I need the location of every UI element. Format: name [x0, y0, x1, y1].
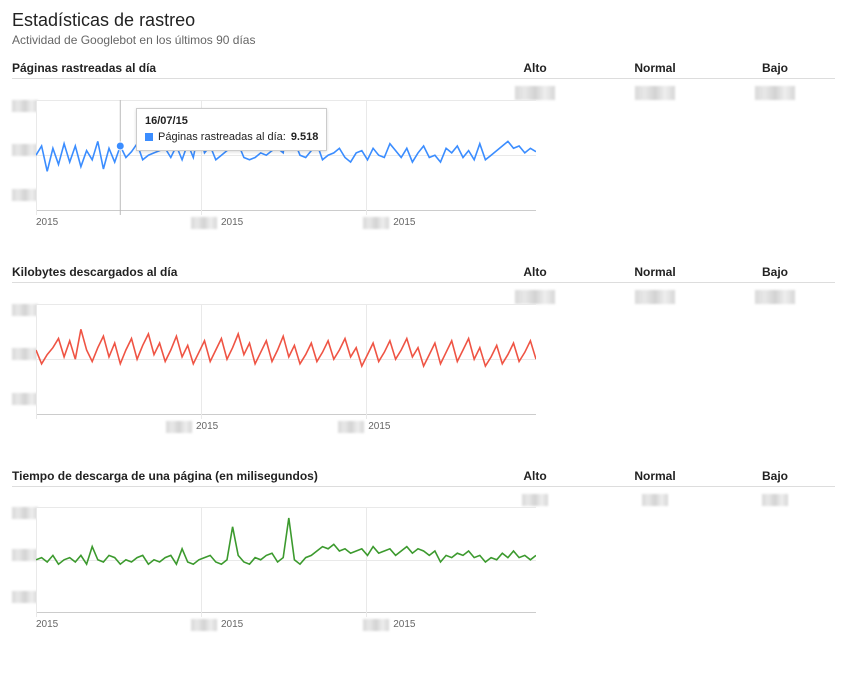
- stat-high-value: [475, 289, 595, 304]
- x-axis: 2015 2015 2015: [36, 215, 835, 229]
- chart-kb-downloaded[interactable]: [36, 304, 536, 419]
- section-title: Páginas rastreadas al día: [12, 61, 475, 75]
- chart-pages-crawled[interactable]: 16/07/15 Páginas rastreadas al día: 9.51…: [36, 100, 536, 215]
- col-low-label: Bajo: [715, 469, 835, 483]
- line-chart[interactable]: [36, 304, 536, 419]
- stat-high-value: [475, 493, 595, 507]
- section-head: Kilobytes descargados al día Alto Normal…: [12, 265, 835, 283]
- col-normal-label: Normal: [595, 61, 715, 75]
- stat-low-value: [715, 493, 835, 507]
- chart-download-time[interactable]: [36, 507, 536, 617]
- section-kb-downloaded: Kilobytes descargados al día Alto Normal…: [12, 265, 835, 433]
- col-high-label: Alto: [475, 469, 595, 483]
- stat-low-value: [715, 85, 835, 100]
- col-high-label: Alto: [475, 265, 595, 279]
- stat-normal-value: [595, 493, 715, 507]
- section-title: Tiempo de descarga de una página (en mil…: [12, 469, 475, 483]
- stat-high-value: [475, 85, 595, 100]
- page-title: Estadísticas de rastreo: [12, 10, 835, 31]
- stat-normal-value: [595, 289, 715, 304]
- section-title: Kilobytes descargados al día: [12, 265, 475, 279]
- line-chart[interactable]: [36, 100, 536, 215]
- section-pages-crawled: Páginas rastreadas al día Alto Normal Ba…: [12, 61, 835, 229]
- stat-normal-value: [595, 85, 715, 100]
- col-normal-label: Normal: [595, 265, 715, 279]
- section-head: Tiempo de descarga de una página (en mil…: [12, 469, 835, 487]
- col-high-label: Alto: [475, 61, 595, 75]
- line-chart[interactable]: [36, 507, 536, 617]
- section-head: Páginas rastreadas al día Alto Normal Ba…: [12, 61, 835, 79]
- y-axis: [12, 100, 36, 215]
- col-low-label: Bajo: [715, 265, 835, 279]
- x-axis: 2015 2015 2015: [36, 617, 835, 631]
- page-subtitle: Actividad de Googlebot en los últimos 90…: [12, 33, 835, 47]
- x-axis: 2015 2015: [36, 419, 835, 433]
- y-axis: [12, 304, 36, 419]
- col-low-label: Bajo: [715, 61, 835, 75]
- stat-low-value: [715, 289, 835, 304]
- section-download-time: Tiempo de descarga de una página (en mil…: [12, 469, 835, 631]
- y-axis: [12, 507, 36, 617]
- col-normal-label: Normal: [595, 469, 715, 483]
